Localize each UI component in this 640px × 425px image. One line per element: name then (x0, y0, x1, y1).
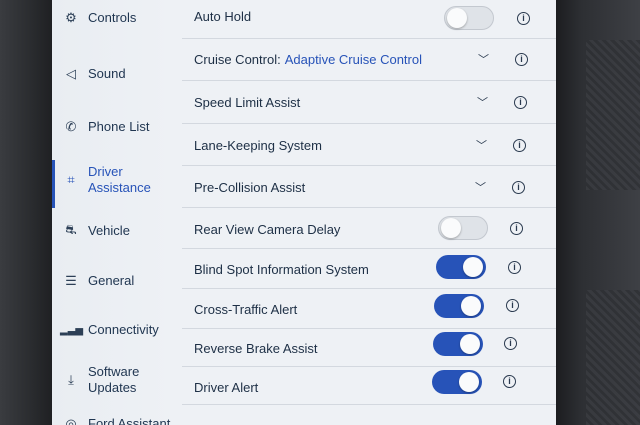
setting-label: Blind Spot Information System (194, 262, 369, 277)
sidebar-item-label: Ford Assistant (88, 416, 171, 425)
cross-traffic-toggle[interactable] (434, 294, 484, 318)
carbon-trim-bottom (586, 290, 640, 425)
download-icon: ⤓ (68, 372, 74, 387)
sidebar-item-phone-list[interactable]: ✆ Phone List (52, 119, 174, 135)
sidebar-item-label: Driver Assistance (88, 164, 151, 195)
phone-icon: ✆ (65, 119, 77, 134)
speaker-icon: ◁ (66, 66, 76, 81)
info-icon[interactable]: i (513, 139, 526, 152)
toggle-knob (463, 257, 483, 277)
setting-value: Adaptive Cruise Control (284, 52, 422, 67)
sidebar-item-label: General (88, 273, 135, 288)
setting-label: Auto Hold (194, 9, 252, 24)
setting-row-reverse-brake[interactable]: Reverse Brake Assist i (182, 328, 556, 367)
toggle-knob (460, 334, 480, 354)
setting-row-cruise-control[interactable]: Cruise Control: Adaptive Cruise Control ﹀… (182, 38, 556, 81)
setting-row-blind-spot[interactable]: Blind Spot Information System i (182, 248, 556, 289)
setting-row-pre-collision[interactable]: Pre-Collision Assist ﹀ i (182, 165, 556, 208)
setting-label: Reverse Brake Assist (194, 341, 318, 356)
sliders-icon: ☰ (65, 273, 77, 288)
auto-hold-toggle[interactable] (444, 6, 494, 30)
info-icon[interactable]: i (515, 53, 528, 66)
carbon-trim-top (586, 40, 640, 190)
setting-label: Rear View Camera Delay (194, 222, 341, 237)
chevron-down-icon[interactable]: ﹀ (476, 137, 487, 153)
info-icon[interactable]: i (504, 337, 517, 350)
info-icon[interactable]: i (503, 375, 516, 388)
chevron-down-icon[interactable]: ﹀ (477, 94, 488, 110)
setting-row-speed-limit-assist[interactable]: Speed Limit Assist ﹀ i (182, 80, 556, 124)
setting-label: Driver Alert (194, 380, 259, 395)
sidebar-item-connectivity[interactable]: ▂▃▅ Connectivity (52, 322, 174, 338)
blind-spot-toggle[interactable] (436, 255, 486, 279)
driver-assist-icon: ⌗ (67, 172, 75, 187)
info-icon[interactable]: i (510, 222, 523, 235)
left-bezel (0, 0, 52, 425)
sidebar-item-general[interactable]: ☰ General (52, 273, 174, 289)
sidebar-item-vehicle[interactable]: ⛐ Vehicle (52, 222, 174, 240)
sidebar-item-label: Software Updates (88, 364, 140, 395)
toggle-knob (459, 372, 479, 392)
driver-alert-toggle[interactable] (432, 370, 482, 394)
settings-list: Auto Hold i Cruise Control: Adaptive Crui… (182, 0, 556, 425)
setting-row-cross-traffic[interactable]: Cross-Traffic Alert i (182, 288, 556, 329)
chevron-down-icon[interactable]: ﹀ (478, 51, 489, 67)
rear-camera-delay-toggle[interactable] (438, 216, 488, 240)
sidebar-item-ford-assistant[interactable]: ◎ Ford Assistant (52, 416, 174, 425)
controls-icon: ⚙ (65, 10, 77, 25)
setting-label: Cross-Traffic Alert (194, 302, 298, 317)
setting-row-lane-keeping[interactable]: Lane-Keeping System ﹀ i (182, 123, 556, 166)
setting-row-auto-hold[interactable]: Auto Hold i (182, 0, 556, 39)
toggle-knob (441, 218, 461, 238)
sidebar-item-driver-assistance[interactable]: ⌗ Driver Assistance (52, 160, 174, 208)
info-icon[interactable]: i (506, 299, 519, 312)
info-icon[interactable]: i (512, 181, 525, 194)
sidebar-item-label: Vehicle (88, 223, 130, 238)
assistant-icon: ◎ (65, 416, 77, 425)
setting-row-driver-alert[interactable]: Driver Alert i (182, 366, 556, 405)
info-icon[interactable]: i (514, 96, 527, 109)
infotainment-screen: ⚙ Controls ◁ Sound ✆ Phone List ⌗ Driver… (52, 0, 556, 425)
right-bezel (556, 0, 640, 425)
setting-row-rear-camera-delay[interactable]: Rear View Camera Delay i (182, 207, 556, 249)
setting-label: Lane-Keeping System (194, 138, 322, 153)
sidebar-item-label: Sound (88, 66, 126, 81)
sidebar-item-sound[interactable]: ◁ Sound (52, 66, 174, 82)
sidebar-item-software-updates[interactable]: ⤓ Software Updates (52, 364, 174, 396)
setting-label: Speed Limit Assist (194, 95, 301, 110)
signal-icon: ▂▃▅ (60, 324, 84, 336)
setting-label: Pre-Collision Assist (194, 180, 306, 195)
chevron-down-icon[interactable]: ﹀ (475, 179, 486, 195)
info-icon[interactable]: i (517, 12, 530, 25)
sidebar-item-label: Phone List (88, 119, 150, 134)
vehicle-icon: ⛐ (65, 222, 77, 237)
sidebar-item-label: Controls (88, 10, 137, 25)
info-icon[interactable]: i (508, 261, 521, 274)
toggle-knob (447, 8, 467, 28)
setting-label: Cruise Control: (194, 52, 281, 67)
toggle-knob (461, 296, 481, 316)
sidebar-item-controls[interactable]: ⚙ Controls (52, 10, 174, 26)
settings-sidebar: ⚙ Controls ◁ Sound ✆ Phone List ⌗ Driver… (52, 0, 174, 425)
reverse-brake-toggle[interactable] (433, 332, 483, 356)
sidebar-item-label: Connectivity (88, 322, 159, 337)
